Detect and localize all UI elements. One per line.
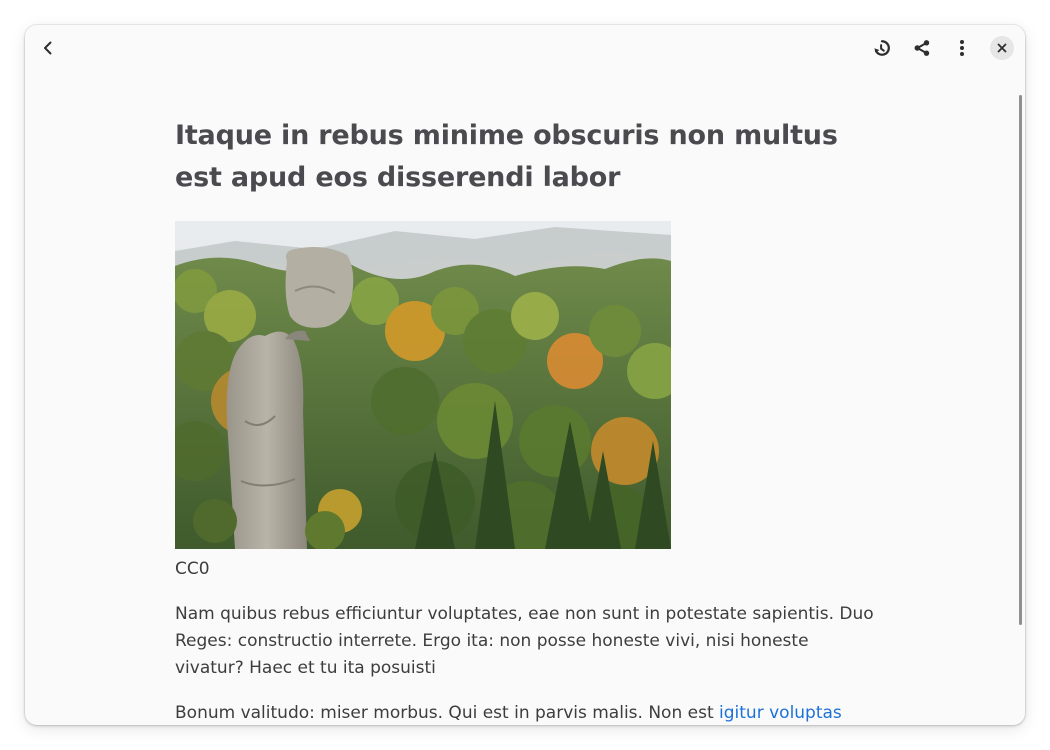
share-icon — [914, 40, 930, 56]
close-button[interactable] — [990, 36, 1014, 60]
view-more-vertical-icon — [960, 40, 964, 56]
reader-window: Itaque in rebus minime obscuris non mult… — [25, 25, 1025, 725]
article-title: Itaque in rebus minime obscuris non mult… — [175, 120, 838, 193]
sync-button[interactable] — [867, 33, 897, 63]
scrollbar[interactable] — [1019, 95, 1022, 625]
sync-icon — [874, 40, 890, 56]
paragraph-1: Nam quibus rebus efficiuntur voluptates,… — [175, 604, 874, 678]
close-icon — [997, 43, 1007, 53]
chevron-left-icon — [44, 41, 52, 55]
forest-rock-photo — [175, 221, 671, 549]
back-button[interactable] — [33, 33, 63, 63]
image-caption: CC0 — [175, 559, 210, 579]
header-bar — [25, 25, 1025, 71]
article-image — [175, 221, 671, 549]
article-content: Itaque in rebus minime obscuris non mult… — [175, 71, 875, 725]
paragraph-2: Bonum valitudo: miser morbus. Qui est in… — [175, 700, 875, 725]
menu-button[interactable] — [947, 33, 977, 63]
share-button[interactable] — [907, 33, 937, 63]
paragraph-2-text: Bonum valitudo: miser morbus. Qui est in… — [175, 703, 720, 723]
article-link[interactable]: igitur voluptas — [719, 703, 842, 723]
